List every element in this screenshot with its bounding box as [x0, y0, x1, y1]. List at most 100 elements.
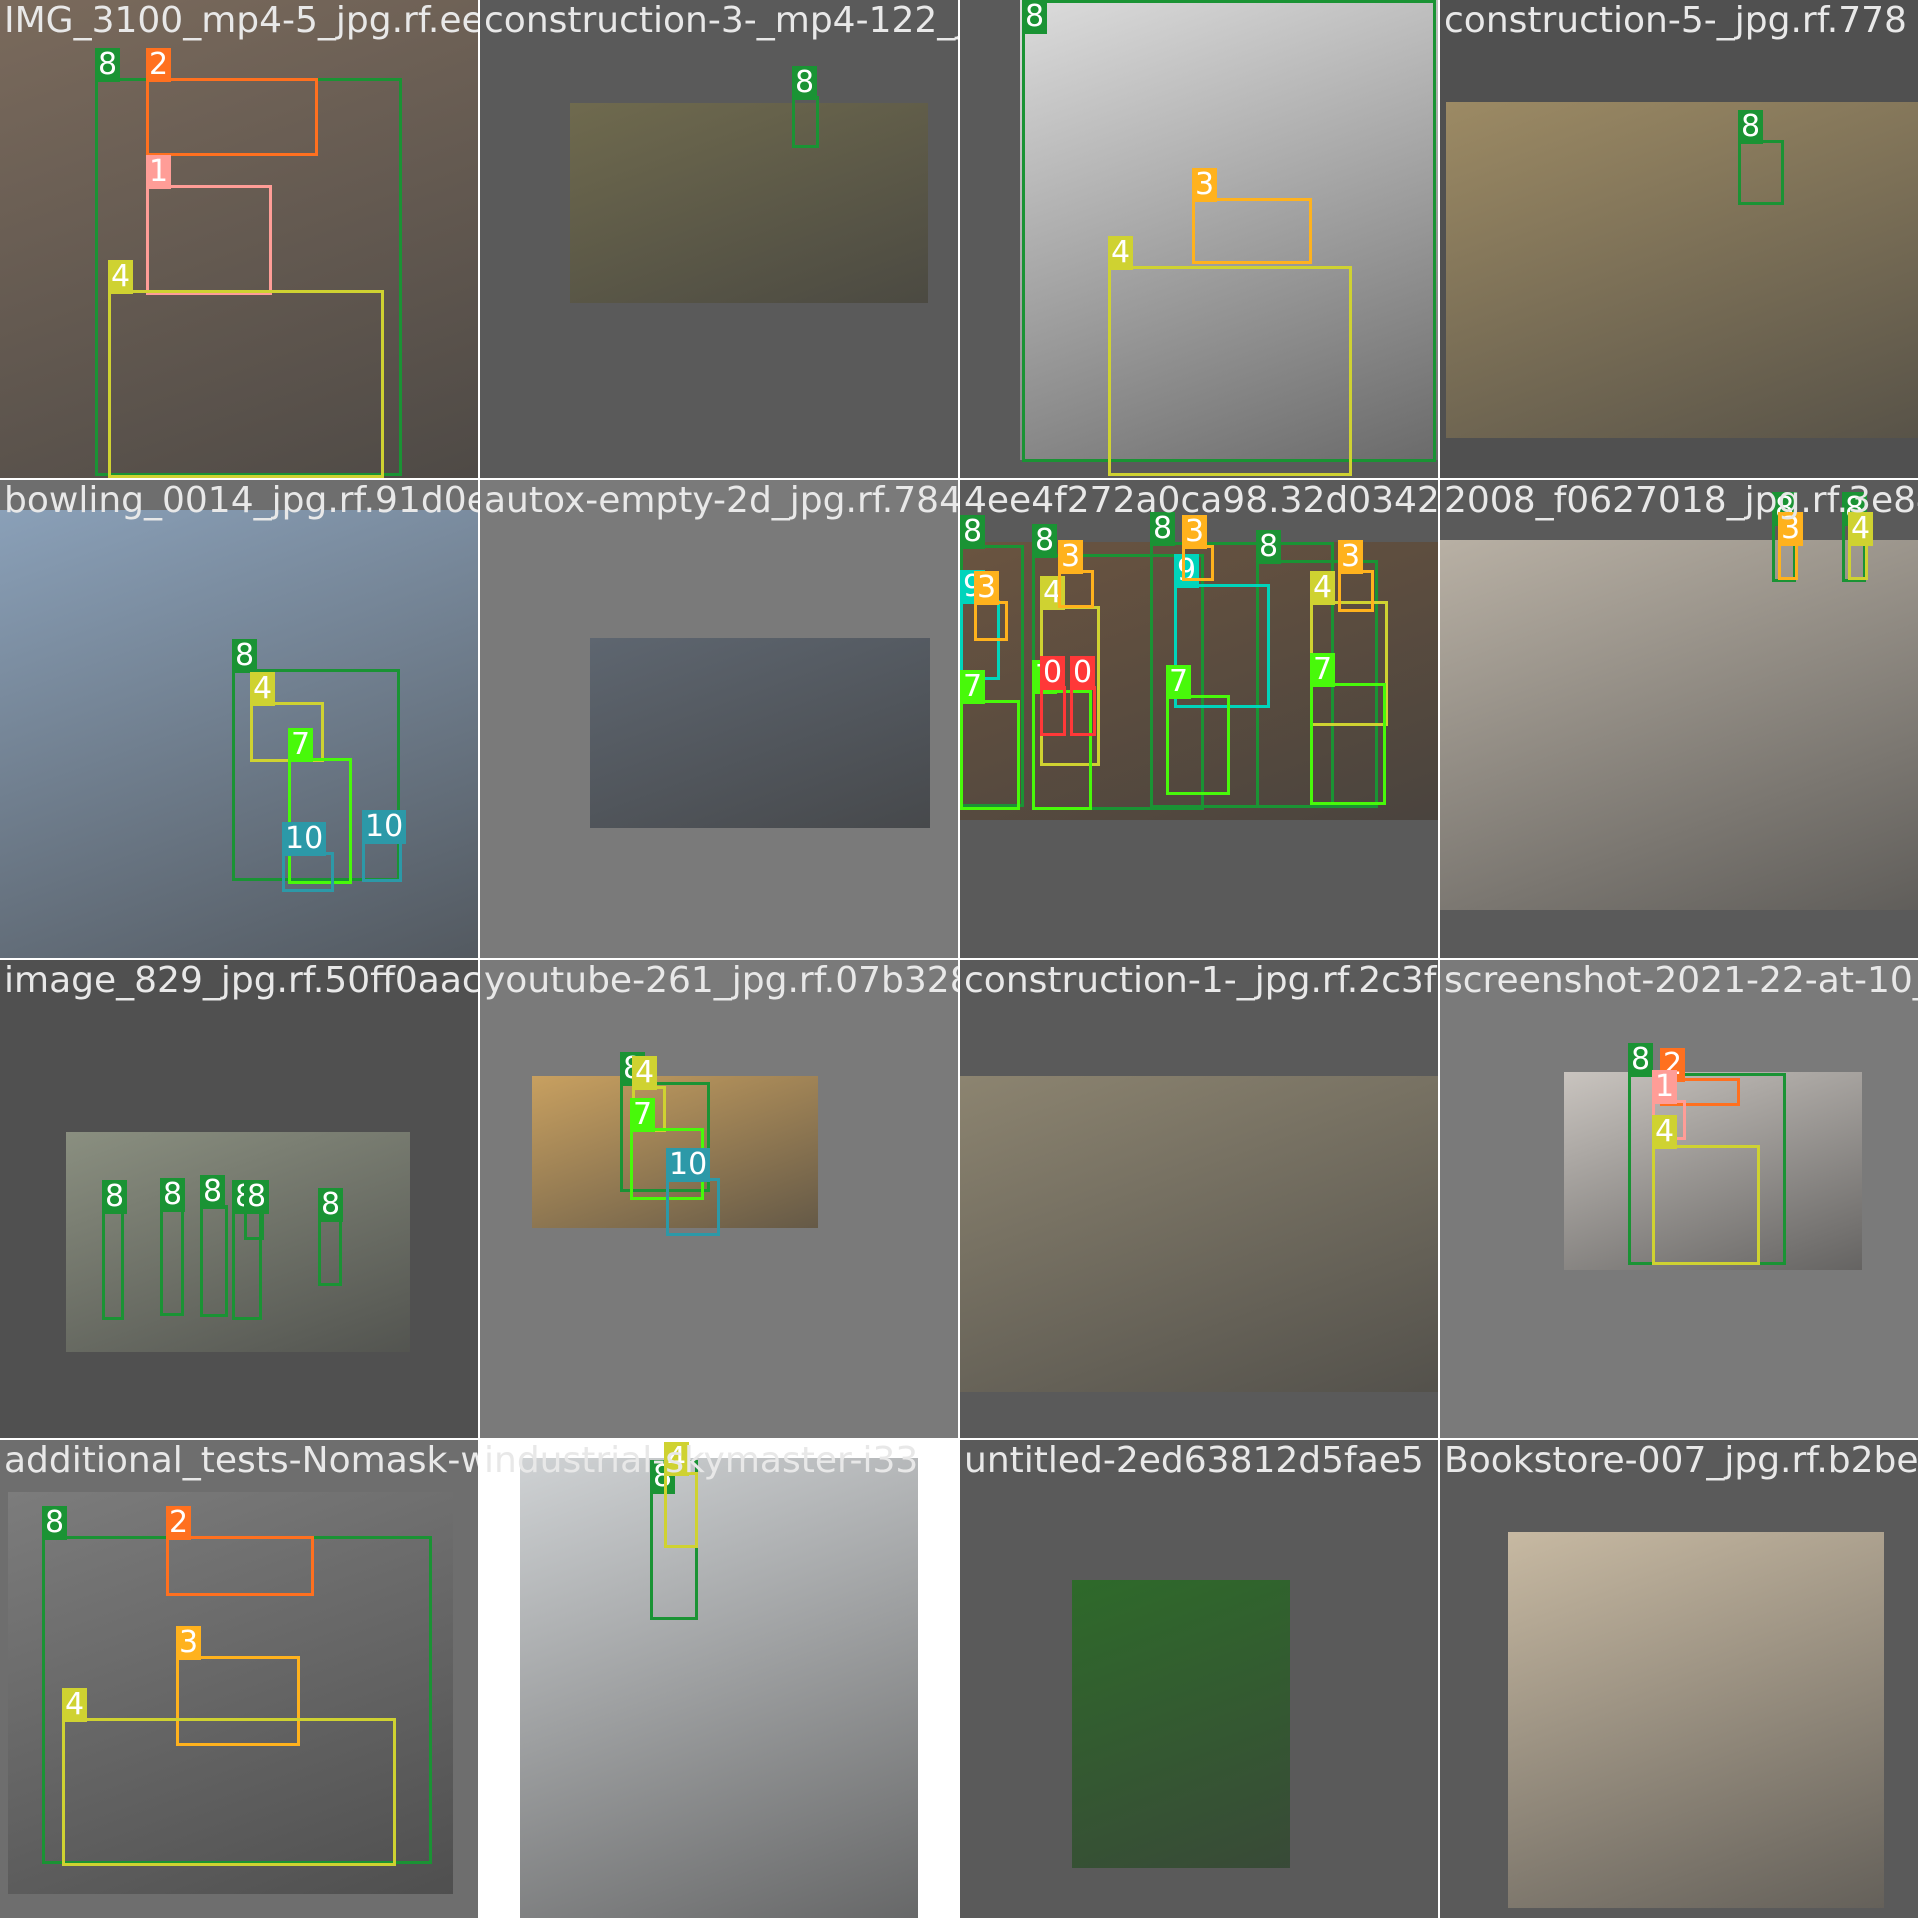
box-class-tag: 8 — [318, 1188, 344, 1222]
bounding-box-class-1 — [146, 185, 272, 295]
mosaic-tile: youtube-261_jpg.rf.07b328b84710 — [480, 960, 958, 1438]
bounding-box-class-4 — [108, 290, 384, 478]
box-class-tag: 8 — [244, 1180, 270, 1214]
tile-photo — [1440, 540, 1918, 910]
tile-filename-label: screenshot-2021-22-at-10_08 — [1444, 960, 1918, 1001]
tile-filename-label: autox-empty-2d_jpg.rf.7846 — [484, 480, 958, 521]
box-class-tag: 3 — [1058, 540, 1084, 574]
mosaic-tile: construction-1-_jpg.rf.2c3f — [960, 960, 1438, 1438]
box-class-tag: 8 — [1738, 110, 1764, 144]
bounding-box-class-8 — [200, 1205, 228, 1317]
bounding-box-class-3 — [1182, 545, 1214, 581]
bounding-box-class-3 — [1192, 198, 1312, 264]
bounding-box-class-7 — [1166, 695, 1230, 795]
box-class-tag: 7 — [1166, 665, 1192, 699]
tile-filename-label: additional_tests-Nomask-we — [4, 1440, 478, 1481]
box-class-tag: 10 — [362, 810, 407, 844]
box-class-tag: 2 — [166, 1506, 192, 1540]
box-class-tag: 7 — [630, 1098, 656, 1132]
tile-filename-label: 4ee4f272a0ca98.32d0342832 — [964, 480, 1438, 521]
box-class-tag: 8 — [1032, 524, 1058, 558]
bounding-box-class-8 — [102, 1210, 124, 1320]
bounding-box-class-8 — [792, 96, 819, 148]
box-class-tag: 3 — [1338, 540, 1364, 574]
box-class-tag: 0 — [1040, 656, 1066, 690]
mosaic-tile: 2008_f0627018_jpg.rf.3e84728834 — [1440, 480, 1918, 958]
box-class-tag: 3 — [974, 571, 1000, 605]
box-class-tag: 8 — [102, 1180, 128, 1214]
mosaic-tile: industrial-skymaster-i33 8 4 — [480, 1440, 958, 1918]
tile-filename-label: IMG_3100_mp4-5_jpg.rf.ee2 — [4, 0, 478, 41]
mosaic-tile: additional_tests-Nomask-we 8 2 3 4 — [0, 1440, 478, 1918]
mosaic-tile: IMG_3100_mp4-5_jpg.rf.ee2 8 2 1 4 — [0, 0, 478, 478]
tile-photo — [1446, 102, 1918, 438]
box-class-tag: 10 — [282, 822, 327, 856]
tile-filename-label: bowling_0014_jpg.rf.91d0eb — [4, 480, 478, 521]
bounding-box-class-8 — [244, 1210, 264, 1240]
mosaic-tile: untitled-2ed63812d5fae5 — [960, 1440, 1438, 1918]
tile-filename-label: image_829_jpg.rf.50ff0aac62 — [4, 960, 478, 1001]
mosaic-tile: Bookstore-007_jpg.rf.b2be8d — [1440, 1440, 1918, 1918]
bounding-box-class-3 — [1058, 570, 1094, 608]
box-class-tag: 2 — [146, 48, 172, 82]
tile-filename-label: construction-1-_jpg.rf.2c3f — [964, 960, 1437, 1001]
box-class-tag: 8 — [95, 48, 121, 82]
mosaic-tile: image_829_jpg.rf.50ff0aac62888888 — [0, 960, 478, 1438]
box-class-tag: 8 — [232, 639, 258, 673]
tile-photo — [1508, 1532, 1884, 1908]
box-class-tag: 3 — [176, 1626, 202, 1660]
bounding-box-class-10 — [282, 852, 334, 892]
box-class-tag: 4 — [1108, 236, 1134, 270]
box-class-tag: 8 — [792, 66, 818, 100]
box-class-tag: 8 — [1022, 0, 1048, 34]
bounding-box-class-4 — [1652, 1145, 1760, 1265]
box-class-tag: 8 — [42, 1506, 68, 1540]
tile-filename-label: construction-5-_jpg.rf.778 — [1444, 0, 1907, 41]
box-class-tag: 7 — [1310, 653, 1336, 687]
bounding-box-class-8 — [318, 1218, 342, 1286]
box-class-tag: 4 — [250, 672, 276, 706]
box-class-tag: 1 — [146, 155, 172, 189]
box-class-tag: 7 — [288, 728, 314, 762]
box-class-tag: 4 — [1310, 571, 1336, 605]
tile-photo — [1072, 1580, 1290, 1868]
bounding-box-class-2 — [146, 78, 318, 156]
bounding-box-class-3 — [1338, 570, 1374, 612]
tile-photo — [590, 638, 930, 828]
box-class-tag: 4 — [62, 1688, 88, 1722]
mosaic-tile: construction-3-_mp4-122_jp 8 — [480, 0, 958, 478]
mosaic-tile: 8 3 4 — [960, 0, 1438, 478]
tile-filename-label: Bookstore-007_jpg.rf.b2be8d — [1444, 1440, 1918, 1481]
bounding-box-class-7 — [960, 700, 1020, 810]
box-class-tag: 10 — [666, 1148, 711, 1182]
bounding-box-class-0 — [1040, 686, 1066, 736]
tile-filename-label: youtube-261_jpg.rf.07b328b — [484, 960, 958, 1001]
box-class-tag: 4 — [1652, 1115, 1678, 1149]
tile-filename-label: untitled-2ed63812d5fae5 — [964, 1440, 1424, 1481]
bounding-box-class-3 — [974, 601, 1008, 641]
bounding-box-class-3 — [1778, 542, 1798, 580]
bounding-box-class-7 — [1310, 683, 1386, 805]
mosaic-tile: 4ee4f272a0ca98.32d0342832888893439343777… — [960, 480, 1438, 958]
mosaic-tile: autox-empty-2d_jpg.rf.7846 — [480, 480, 958, 958]
box-class-tag: 0 — [1070, 656, 1096, 690]
bounding-box-class-10 — [666, 1178, 720, 1236]
bounding-box-class-8 — [160, 1208, 184, 1316]
bounding-box-class-10 — [362, 840, 402, 882]
bounding-box-class-0 — [1070, 686, 1096, 736]
box-class-tag: 8 — [1256, 530, 1282, 564]
tile-filename-label: 2008_f0627018_jpg.rf.3e8472 — [1444, 480, 1918, 521]
bounding-box-class-4 — [1848, 542, 1868, 580]
box-class-tag: 3 — [1192, 168, 1218, 202]
box-class-tag: 8 — [160, 1178, 186, 1212]
tile-photo — [570, 103, 928, 303]
detection-mosaic: IMG_3100_mp4-5_jpg.rf.ee2 8 2 1 4 constructio… — [0, 0, 1920, 1920]
mosaic-tile: screenshot-2021-22-at-10_088214 — [1440, 960, 1918, 1438]
box-class-tag: 7 — [960, 670, 986, 704]
tile-photo — [960, 1076, 1438, 1392]
mosaic-tile: construction-5-_jpg.rf.778 8 — [1440, 0, 1918, 478]
box-class-tag: 4 — [108, 260, 134, 294]
bounding-box-class-8 — [1738, 140, 1784, 205]
box-class-tag: 1 — [1652, 1070, 1678, 1104]
tile-photo — [520, 1458, 918, 1918]
